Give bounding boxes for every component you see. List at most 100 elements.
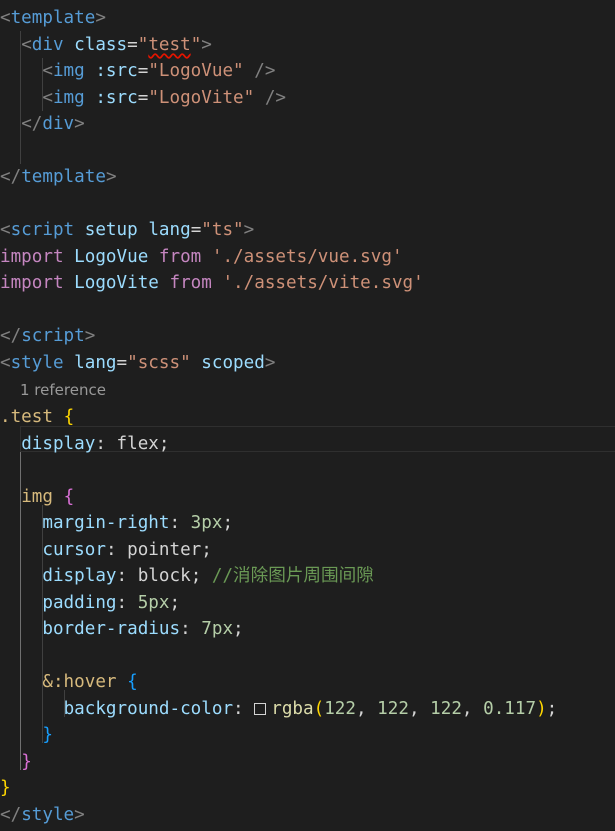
code-token: </ [0, 804, 22, 825]
code-token: display [42, 566, 117, 586]
code-token: ; [169, 592, 181, 613]
code-token: "scss" [127, 352, 191, 373]
code-line[interactable]: import LogoVite from './assets/vite.svg' [0, 270, 615, 297]
code-token: </ [21, 114, 43, 134]
code-token: div [42, 114, 75, 134]
code-token: " [137, 34, 149, 55]
code-line[interactable]: <script setup lang="ts"> [0, 217, 615, 244]
code-line[interactable]: </template> [0, 164, 615, 191]
code-token: ; [201, 539, 212, 560]
code-line[interactable]: img { [0, 484, 615, 511]
code-token: > [201, 34, 212, 55]
code-token: </ [0, 167, 22, 187]
color-swatch[interactable] [254, 702, 267, 715]
code-token: > [74, 114, 85, 134]
code-token: script [10, 220, 75, 240]
code-line[interactable]: background-color: rgba(122, 122, 122, 0.… [0, 696, 615, 723]
code-token: /> [254, 61, 276, 81]
code-token: ( [313, 698, 325, 719]
code-token: "LogoVite" [148, 87, 255, 108]
code-token: "LogoVue" [148, 61, 244, 81]
code-token: style [10, 352, 64, 373]
code-token: script [21, 326, 85, 346]
code-line[interactable]: margin-right: 3px; [0, 510, 615, 537]
code-line[interactable]: .test { [0, 404, 615, 431]
code-line[interactable]: } [0, 775, 615, 802]
code-token: img [52, 87, 85, 108]
code-token: > [264, 352, 276, 373]
code-line[interactable]: display: flex; [0, 431, 615, 458]
code-line[interactable]: } [0, 749, 615, 776]
code-token: } [0, 778, 11, 798]
code-line[interactable]: <div class="test"> [0, 32, 615, 59]
code-line[interactable]: display: block; //消除图片周围间隙 [0, 563, 615, 590]
code-token: flex [116, 433, 159, 454]
code-line[interactable] [0, 297, 615, 324]
code-token: { [63, 486, 75, 507]
code-token: //消除图片周围间隙 [211, 566, 374, 586]
code-token: import [0, 273, 64, 293]
code-token: import [0, 246, 64, 267]
code-token: LogoVite [63, 273, 170, 293]
code-token: ; [546, 698, 558, 719]
code-token: div [31, 34, 64, 55]
code-token: /> [264, 87, 287, 108]
code-line[interactable] [0, 457, 615, 484]
code-line[interactable]: padding: 5px; [0, 590, 615, 617]
code-token: scoped [201, 352, 265, 373]
code-line[interactable]: <img :src="LogoVue" /> [0, 58, 615, 85]
code-token: ; [190, 566, 212, 586]
code-token: { [127, 672, 138, 692]
code-line[interactable]: </div> [0, 111, 615, 138]
code-token: ; [158, 433, 170, 454]
code-token: = [116, 352, 128, 373]
code-token: from [158, 246, 202, 267]
code-line[interactable]: </style> [0, 802, 615, 829]
code-token: : [180, 619, 202, 639]
code-line[interactable]: import LogoVue from './assets/vue.svg' [0, 244, 615, 271]
code-line[interactable]: &:hover { [0, 669, 615, 696]
code-line[interactable] [0, 643, 615, 670]
code-line[interactable]: cursor: pointer; [0, 537, 615, 564]
code-token: margin-right [42, 513, 170, 533]
code-token-error: test [148, 34, 191, 55]
code-line[interactable] [0, 138, 615, 165]
code-token: .test [0, 407, 53, 427]
code-token: < [42, 87, 53, 108]
code-token: template [21, 167, 106, 187]
code-token: < [42, 61, 53, 81]
code-token: :src [95, 61, 138, 81]
code-token: lang [148, 220, 191, 240]
code-line[interactable]: </script> [0, 323, 615, 350]
code-token: " [190, 34, 202, 55]
code-line[interactable]: } [0, 722, 615, 749]
codelens-references[interactable]: 1 reference [20, 378, 106, 402]
code-line[interactable]: border-radius: 7px; [0, 616, 615, 643]
code-editor[interactable]: 1 reference <template> <div class="test"… [0, 0, 615, 831]
code-token: ; [233, 619, 244, 639]
code-token: : [116, 592, 138, 613]
code-token: 7px [201, 619, 234, 639]
code-line[interactable] [0, 191, 615, 218]
code-line[interactable]: <template> [0, 5, 615, 32]
code-line[interactable]: <style lang="scss" scoped> [0, 350, 615, 377]
code-line[interactable]: <img :src="LogoVite" /> [0, 85, 615, 112]
code-token: border-radius [42, 619, 181, 639]
